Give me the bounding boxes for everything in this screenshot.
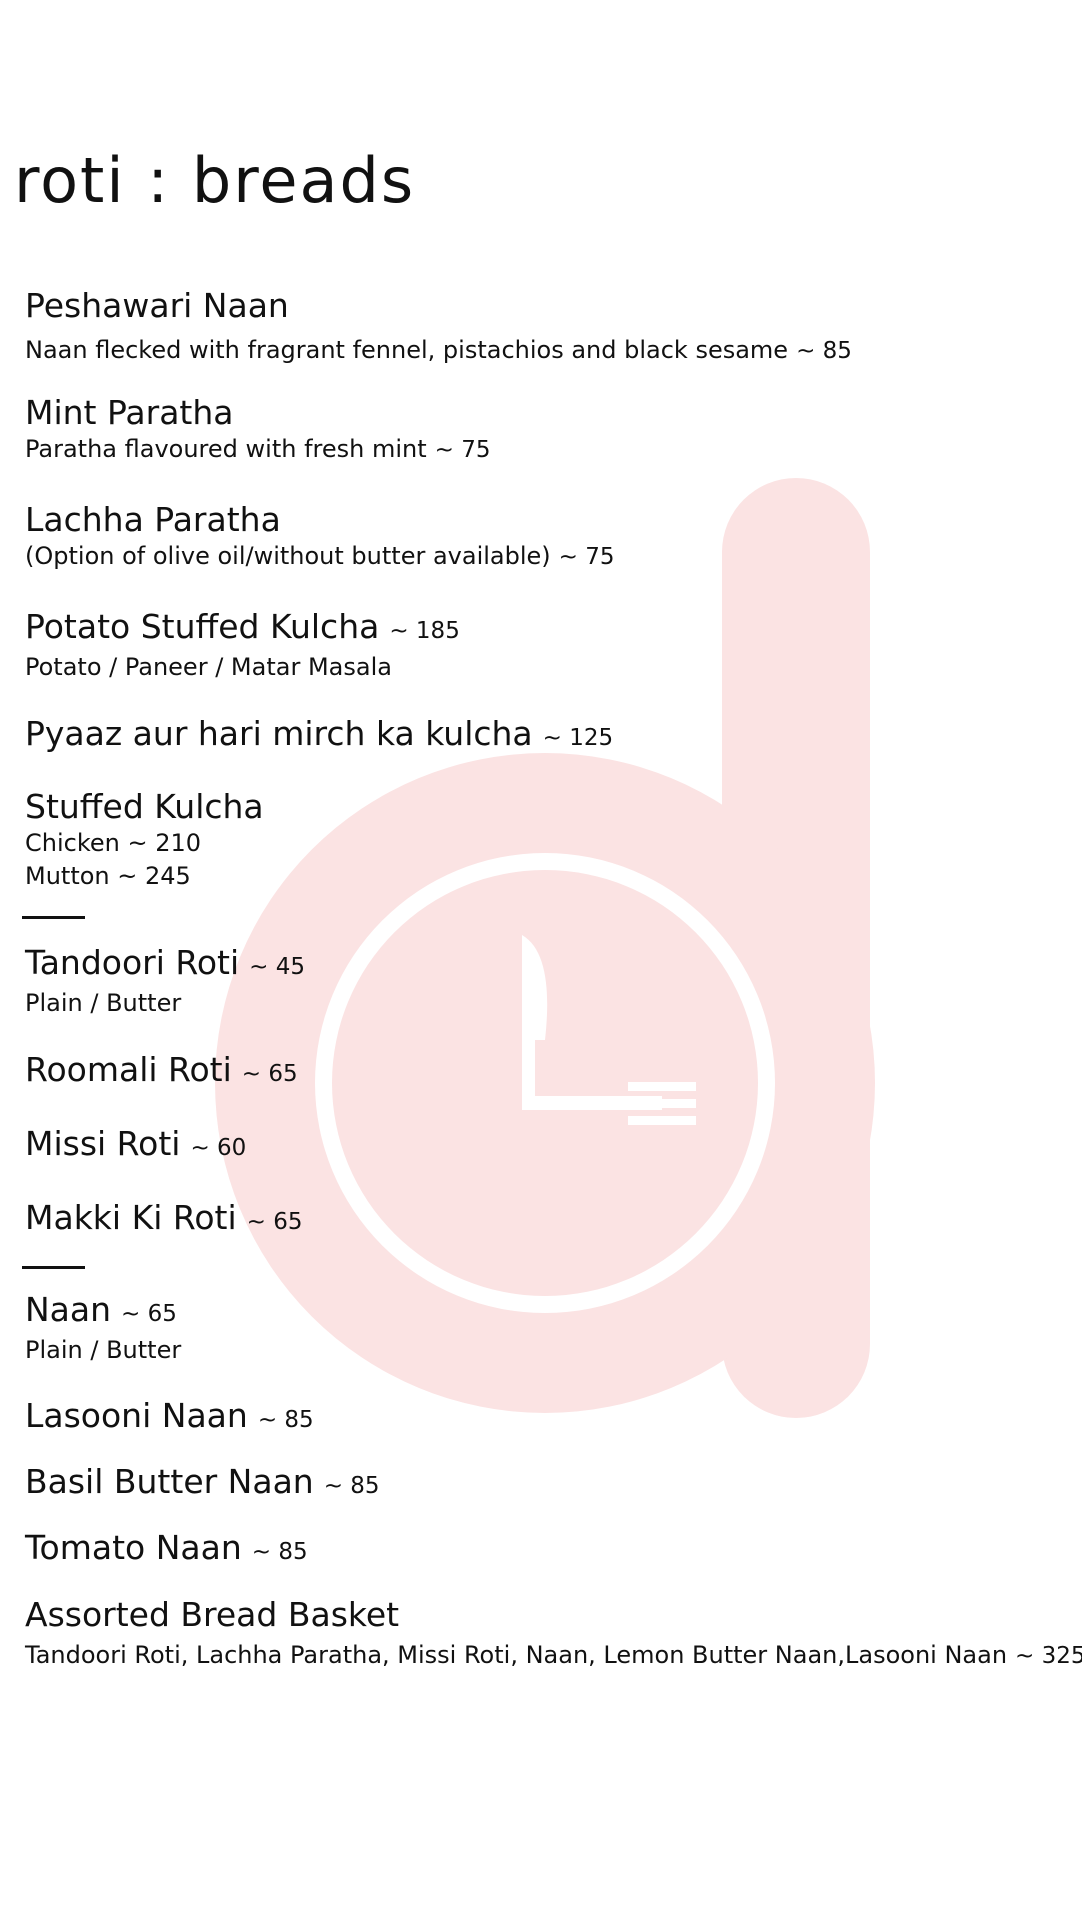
item-option-mutton: Mutton ~ 245 [25,862,191,890]
menu-item-basil-butter-naan: Basil Butter Naan ~ 85 [25,1462,380,1506]
item-price: ~ 75 [434,437,491,463]
item-description: Tandoori Roti, Lachha Paratha, Missi Rot… [25,1639,1082,1673]
item-description: Potato / Paneer / Matar Masala [25,653,392,681]
item-price: ~ 85 [257,1407,314,1433]
menu-item-pyaaz-kulcha: Pyaaz aur hari mirch ka kulcha ~ 125 [25,714,613,758]
item-name: Makki Ki Roti ~ 65 [25,1198,303,1237]
item-name: Basil Butter Naan ~ 85 [25,1462,380,1501]
menu-item-lachha-paratha: Lachha Paratha (Option of olive oil/with… [25,500,615,574]
item-price: ~ 65 [246,1209,303,1235]
menu-item-roomali-roti: Roomali Roti ~ 65 [25,1050,298,1094]
menu-item-potato-stuffed-kulcha: Potato Stuffed Kulcha ~ 185 Potato / Pane… [25,607,460,684]
item-name: Pyaaz aur hari mirch ka kulcha ~ 125 [25,714,614,753]
item-price: ~ 325 [1015,1643,1082,1669]
item-price: ~ 125 [542,725,614,751]
menu-item-stuffed-kulcha: Stuffed Kulcha Chicken ~ 210 Mutton ~ 24… [25,787,264,893]
item-price: ~ 45 [249,954,305,980]
menu-item-peshawari-naan: Peshawari Naan Naan flecked with fragran… [25,286,852,368]
item-name: Tandoori Roti ~ 45 [25,943,305,982]
item-name: Lachha Paratha [25,500,281,539]
item-name: Stuffed Kulcha [25,787,264,826]
item-description: Paratha flavoured with fresh mint ~ 75 [25,435,491,463]
item-price: ~ 60 [190,1135,247,1161]
menu-item-missi-roti: Missi Roti ~ 60 [25,1124,246,1168]
menu-item-tandoori-roti: Tandoori Roti ~ 45 Plain / Butter [25,943,305,1020]
menu-item-makki-ki-roti: Makki Ki Roti ~ 65 [25,1198,302,1242]
item-price: ~ 85 [796,338,852,364]
menu-item-assorted-bread-basket: Assorted Bread Basket Tandoori Roti, Lac… [25,1595,1082,1673]
item-price: ~ 185 [389,618,460,644]
item-option-chicken: Chicken ~ 210 [25,829,202,857]
item-name: Roomali Roti ~ 65 [25,1050,298,1089]
item-name: Naan ~ 65 [25,1290,177,1329]
item-description: Plain / Butter [25,989,182,1017]
item-price: ~ 85 [323,1473,380,1499]
item-price: ~ 65 [121,1301,177,1327]
item-name: Lasooni Naan ~ 85 [25,1396,314,1435]
item-price: ~ 65 [241,1061,298,1087]
page-title: roti : breads [14,144,416,217]
item-name: Potato Stuffed Kulcha ~ 185 [25,607,460,646]
item-name: Peshawari Naan [25,286,289,325]
menu-item-tomato-naan: Tomato Naan ~ 85 [25,1528,308,1572]
item-name: Missi Roti ~ 60 [25,1124,247,1163]
item-price: ~ 85 [251,1539,308,1565]
item-name: Tomato Naan ~ 85 [25,1528,308,1567]
item-description: (Option of olive oil/without butter avai… [25,542,615,570]
item-description: Naan flecked with fragrant fennel, pista… [25,336,852,364]
item-name: Assorted Bread Basket [25,1595,400,1634]
item-name: Mint Paratha [25,393,234,432]
section-divider [22,916,85,919]
item-price: ~ 75 [558,544,615,570]
menu-item-lasooni-naan: Lasooni Naan ~ 85 [25,1396,314,1440]
menu-item-mint-paratha: Mint Paratha Paratha flavoured with fres… [25,393,491,467]
section-divider [22,1266,85,1269]
menu-page: roti : breads Peshawari Naan Naan flecke… [0,0,1082,1922]
menu-item-naan: Naan ~ 65 Plain / Butter [25,1290,181,1367]
item-description: Plain / Butter [25,1336,182,1364]
